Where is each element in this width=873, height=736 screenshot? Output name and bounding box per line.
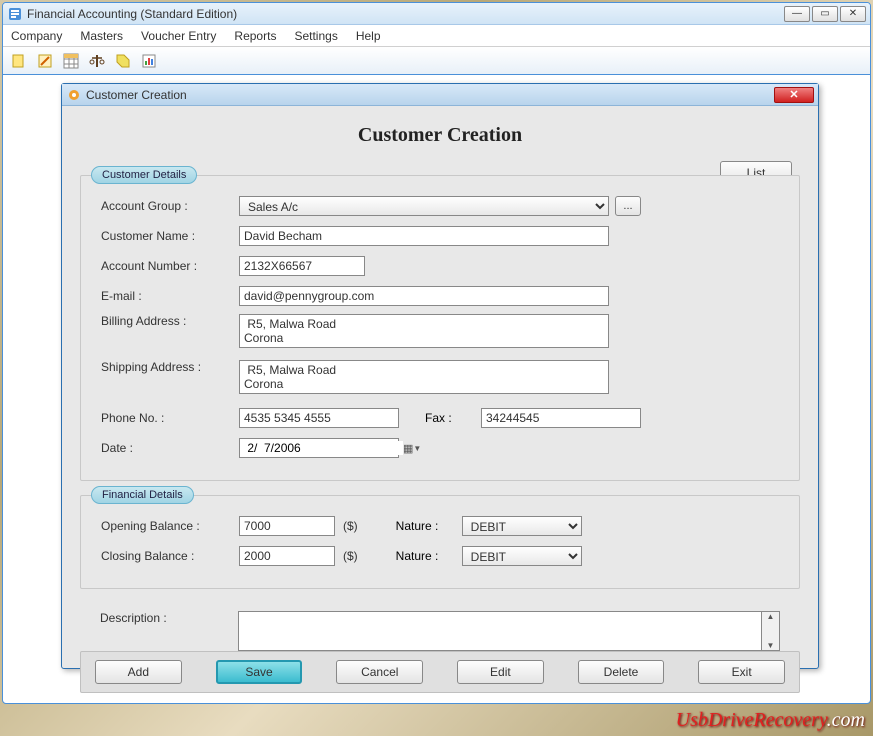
closing-nature-label: Nature : — [396, 549, 462, 563]
shipping-address-input[interactable]: R5, Malwa Road Corona — [239, 360, 609, 394]
customer-name-label: Customer Name : — [101, 229, 239, 243]
fax-input[interactable] — [481, 408, 641, 428]
toolbar-grid-icon[interactable] — [61, 51, 81, 71]
customer-details-legend: Customer Details — [91, 166, 197, 184]
dialog-title: Customer Creation — [86, 88, 774, 102]
account-number-label: Account Number : — [101, 259, 239, 273]
menu-settings[interactable]: Settings — [294, 29, 337, 43]
button-bar: Add Save Cancel Edit Delete Exit — [80, 651, 800, 693]
date-label: Date : — [101, 441, 239, 455]
dialog-icon — [66, 87, 82, 103]
app-icon — [7, 6, 23, 22]
toolbar-new-icon[interactable] — [9, 51, 29, 71]
billing-address-label: Billing Address : — [101, 314, 239, 328]
customer-details-fieldset: Customer Details Account Group : Sales A… — [80, 175, 800, 481]
menu-company[interactable]: Company — [11, 29, 62, 43]
save-button[interactable]: Save — [216, 660, 303, 684]
customer-creation-dialog: Customer Creation ✕ Customer Creation Li… — [61, 83, 819, 669]
scroll-up-icon[interactable]: ▲ — [762, 612, 779, 621]
date-picker[interactable]: ▦ ▼ — [239, 438, 399, 458]
watermark: UsbDriveRecovery.com — [676, 709, 865, 732]
closing-balance-label: Closing Balance : — [101, 549, 239, 563]
close-button[interactable]: ✕ — [840, 6, 866, 22]
menu-voucher-entry[interactable]: Voucher Entry — [141, 29, 216, 43]
dialog-titlebar: Customer Creation ✕ — [62, 84, 818, 106]
fax-label: Fax : — [425, 411, 481, 425]
billing-address-input[interactable]: R5, Malwa Road Corona — [239, 314, 609, 348]
delete-button[interactable]: Delete — [578, 660, 665, 684]
account-number-input[interactable] — [239, 256, 365, 276]
scroll-down-icon[interactable]: ▼ — [762, 641, 779, 650]
edit-button[interactable]: Edit — [457, 660, 544, 684]
menu-masters[interactable]: Masters — [80, 29, 123, 43]
opening-currency-label: ($) — [343, 519, 358, 533]
account-group-browse-button[interactable]: ... — [615, 196, 641, 216]
description-label: Description : — [100, 611, 238, 625]
account-group-label: Account Group : — [101, 199, 239, 213]
toolbar-balance-icon[interactable] — [87, 51, 107, 71]
closing-balance-input[interactable] — [239, 546, 335, 566]
maximize-button[interactable]: ▭ — [812, 6, 838, 22]
dialog-close-button[interactable]: ✕ — [774, 87, 814, 103]
opening-nature-label: Nature : — [396, 519, 462, 533]
toolbar-report-icon[interactable] — [139, 51, 159, 71]
opening-nature-select[interactable]: DEBIT — [462, 516, 582, 536]
closing-nature-select[interactable]: DEBIT — [462, 546, 582, 566]
dialog-body: Customer Creation List Customer Details … — [62, 106, 818, 668]
menu-help[interactable]: Help — [356, 29, 381, 43]
shipping-address-label: Shipping Address : — [101, 360, 239, 374]
minimize-button[interactable]: — — [784, 6, 810, 22]
add-button[interactable]: Add — [95, 660, 182, 684]
description-input[interactable] — [238, 611, 762, 651]
page-title: Customer Creation — [80, 124, 800, 147]
calendar-icon[interactable]: ▦ — [403, 442, 413, 455]
financial-details-legend: Financial Details — [91, 486, 194, 504]
toolbar — [3, 47, 870, 75]
opening-balance-label: Opening Balance : — [101, 519, 239, 533]
opening-balance-input[interactable] — [239, 516, 335, 536]
account-group-select[interactable]: Sales A/c — [239, 196, 609, 216]
phone-input[interactable] — [239, 408, 399, 428]
email-input[interactable] — [239, 286, 609, 306]
app-window: Financial Accounting (Standard Edition) … — [2, 2, 871, 704]
closing-currency-label: ($) — [343, 549, 358, 563]
cancel-button[interactable]: Cancel — [336, 660, 423, 684]
menubar: Company Masters Voucher Entry Reports Se… — [3, 25, 870, 47]
chevron-down-icon[interactable]: ▼ — [413, 444, 421, 453]
email-label: E-mail : — [101, 289, 239, 303]
window-controls: — ▭ ✕ — [784, 6, 866, 22]
menu-reports[interactable]: Reports — [234, 29, 276, 43]
date-input[interactable] — [240, 441, 403, 455]
app-titlebar: Financial Accounting (Standard Edition) … — [3, 3, 870, 25]
customer-name-input[interactable] — [239, 226, 609, 246]
toolbar-tag-icon[interactable] — [113, 51, 133, 71]
description-scrollbar[interactable]: ▲ ▼ — [762, 611, 780, 651]
financial-details-fieldset: Financial Details Opening Balance : ($) … — [80, 495, 800, 589]
phone-label: Phone No. : — [101, 411, 239, 425]
app-title: Financial Accounting (Standard Edition) — [27, 7, 784, 21]
toolbar-edit-icon[interactable] — [35, 51, 55, 71]
exit-button[interactable]: Exit — [698, 660, 785, 684]
